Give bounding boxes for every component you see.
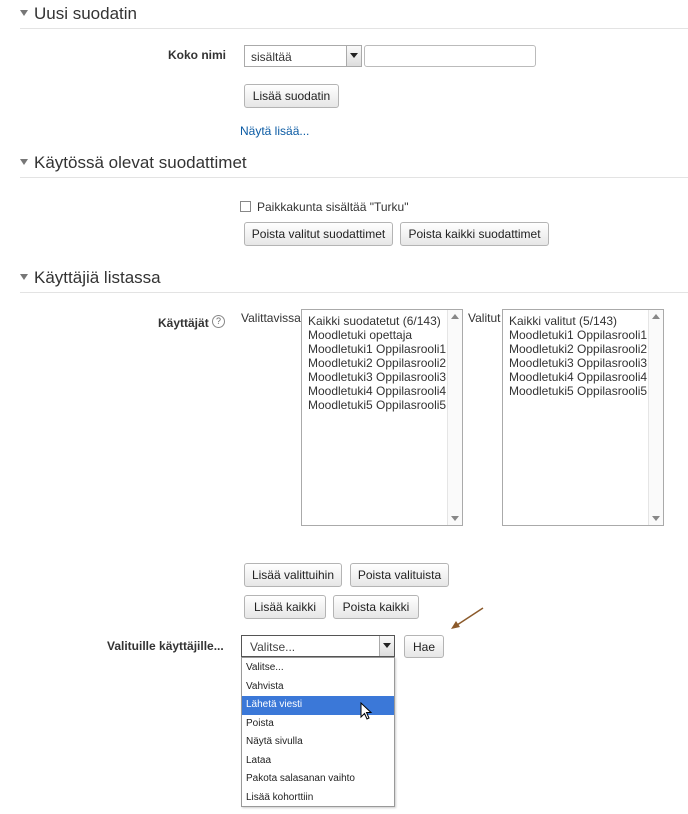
list-item[interactable]: Moodletuki3 Oppilasrooli3: [308, 370, 446, 384]
scrollbar[interactable]: [648, 310, 663, 525]
section-title: Uusi suodatin: [34, 4, 138, 23]
filter-checkbox[interactable]: [240, 201, 251, 213]
collapse-triangle-icon: [20, 158, 28, 165]
section-header-users-in-list[interactable]: Käyttäjiä listassa: [20, 268, 161, 288]
full-name-input[interactable]: [364, 45, 536, 67]
annotation-arrow-icon: [451, 607, 484, 629]
scroll-down-icon: [652, 516, 660, 521]
collapse-triangle-icon: [20, 9, 28, 16]
full-name-label: Koko nimi: [168, 48, 227, 62]
help-icon[interactable]: ?: [212, 315, 225, 328]
dropdown-option[interactable]: Näytä sivulla: [242, 733, 394, 752]
remove-all-button[interactable]: Poista kaikki: [333, 595, 419, 619]
dropdown-option[interactable]: Pakota salasanan vaihto: [242, 770, 394, 789]
show-more-link[interactable]: Näytä lisää...: [240, 124, 309, 138]
list-item[interactable]: Moodletuki opettaja: [308, 328, 446, 342]
users-label: Käyttäjät: [158, 316, 209, 330]
scroll-up-icon: [451, 314, 459, 319]
divider: [20, 292, 688, 293]
section-title: Käytössä olevat suodattimet: [34, 153, 247, 172]
collapse-triangle-icon: [20, 273, 28, 280]
dropdown-option[interactable]: Lisää kohorttiin: [242, 789, 394, 808]
list-item[interactable]: Moodletuki1 Oppilasrooli1: [509, 328, 647, 342]
operator-select-value: sisältää: [251, 50, 292, 64]
available-users-listbox[interactable]: Kaikki suodatetut (6/143) Moodletuki opet…: [301, 309, 463, 526]
dropdown-option[interactable]: Vahvista: [242, 678, 394, 697]
dropdown-option[interactable]: Lataa: [242, 752, 394, 771]
list-item[interactable]: Moodletuki5 Oppilasrooli5: [509, 384, 647, 398]
list-item[interactable]: Moodletuki5 Oppilasrooli5: [308, 398, 446, 412]
dropdown-options: Valitse... Vahvista Lähetä viesti Poista Näy…: [242, 658, 394, 807]
operator-select[interactable]: sisältää: [244, 45, 362, 67]
list-item[interactable]: Moodletuki3 Oppilasrooli3: [509, 356, 647, 370]
scroll-down-icon: [451, 516, 459, 521]
divider: [20, 177, 688, 178]
selected-users-listbox[interactable]: Kaikki valitut (5/143) Moodletuki1 Oppila…: [502, 309, 664, 526]
list-item[interactable]: Moodletuki1 Oppilasrooli1: [308, 342, 446, 356]
add-all-button[interactable]: Lisää kaikki: [244, 595, 326, 619]
chevron-down-icon: [379, 636, 394, 656]
list-item[interactable]: Moodletuki2 Oppilasrooli2: [509, 342, 647, 356]
go-button[interactable]: Hae: [404, 635, 444, 658]
chevron-down-icon: [346, 46, 361, 66]
add-to-selected-button[interactable]: Lisää valittuihin: [244, 563, 342, 587]
selected-users-options: Kaikki valitut (5/143) Moodletuki1 Oppila…: [509, 314, 647, 398]
list-item[interactable]: Moodletuki4 Oppilasrooli4: [308, 384, 446, 398]
add-filter-button[interactable]: Lisää suodatin: [244, 84, 339, 108]
available-users-options: Kaikki suodatetut (6/143) Moodletuki opet…: [308, 314, 446, 412]
list-item[interactable]: Kaikki valitut (5/143): [509, 314, 647, 328]
scroll-up-icon: [652, 314, 660, 319]
active-filter-row: Paikkakunta sisältää "Turku": [240, 199, 408, 214]
remove-selected-filters-button[interactable]: Poista valitut suodattimet: [244, 222, 393, 246]
mouse-cursor-icon: [360, 702, 373, 720]
list-item[interactable]: Moodletuki2 Oppilasrooli2: [308, 356, 446, 370]
selected-label: Valitut: [468, 311, 501, 325]
remove-all-filters-button[interactable]: Poista kaikki suodattimet: [400, 222, 549, 246]
list-item[interactable]: Moodletuki4 Oppilasrooli4: [509, 370, 647, 384]
dropdown-option[interactable]: Valitse...: [242, 659, 394, 678]
bulk-action-label: Valituille käyttäjille...: [107, 639, 224, 653]
list-item[interactable]: Kaikki suodatetut (6/143): [308, 314, 446, 328]
filter-checkbox-label: Paikkakunta sisältää "Turku": [257, 199, 409, 214]
section-title: Käyttäjiä listassa: [34, 268, 161, 287]
available-label: Valittavissa: [241, 311, 301, 325]
section-header-active-filters[interactable]: Käytössä olevat suodattimet: [20, 153, 247, 173]
remove-from-selected-button[interactable]: Poista valituista: [350, 563, 449, 587]
scrollbar[interactable]: [447, 310, 462, 525]
bulk-action-select[interactable]: Valitse...: [241, 635, 395, 657]
bulk-action-select-value: Valitse...: [250, 640, 296, 654]
divider: [20, 28, 688, 29]
bulk-action-dropdown[interactable]: Valitse... Vahvista Lähetä viesti Poista Näy…: [241, 657, 395, 807]
section-header-new-filter[interactable]: Uusi suodatin: [20, 4, 137, 24]
